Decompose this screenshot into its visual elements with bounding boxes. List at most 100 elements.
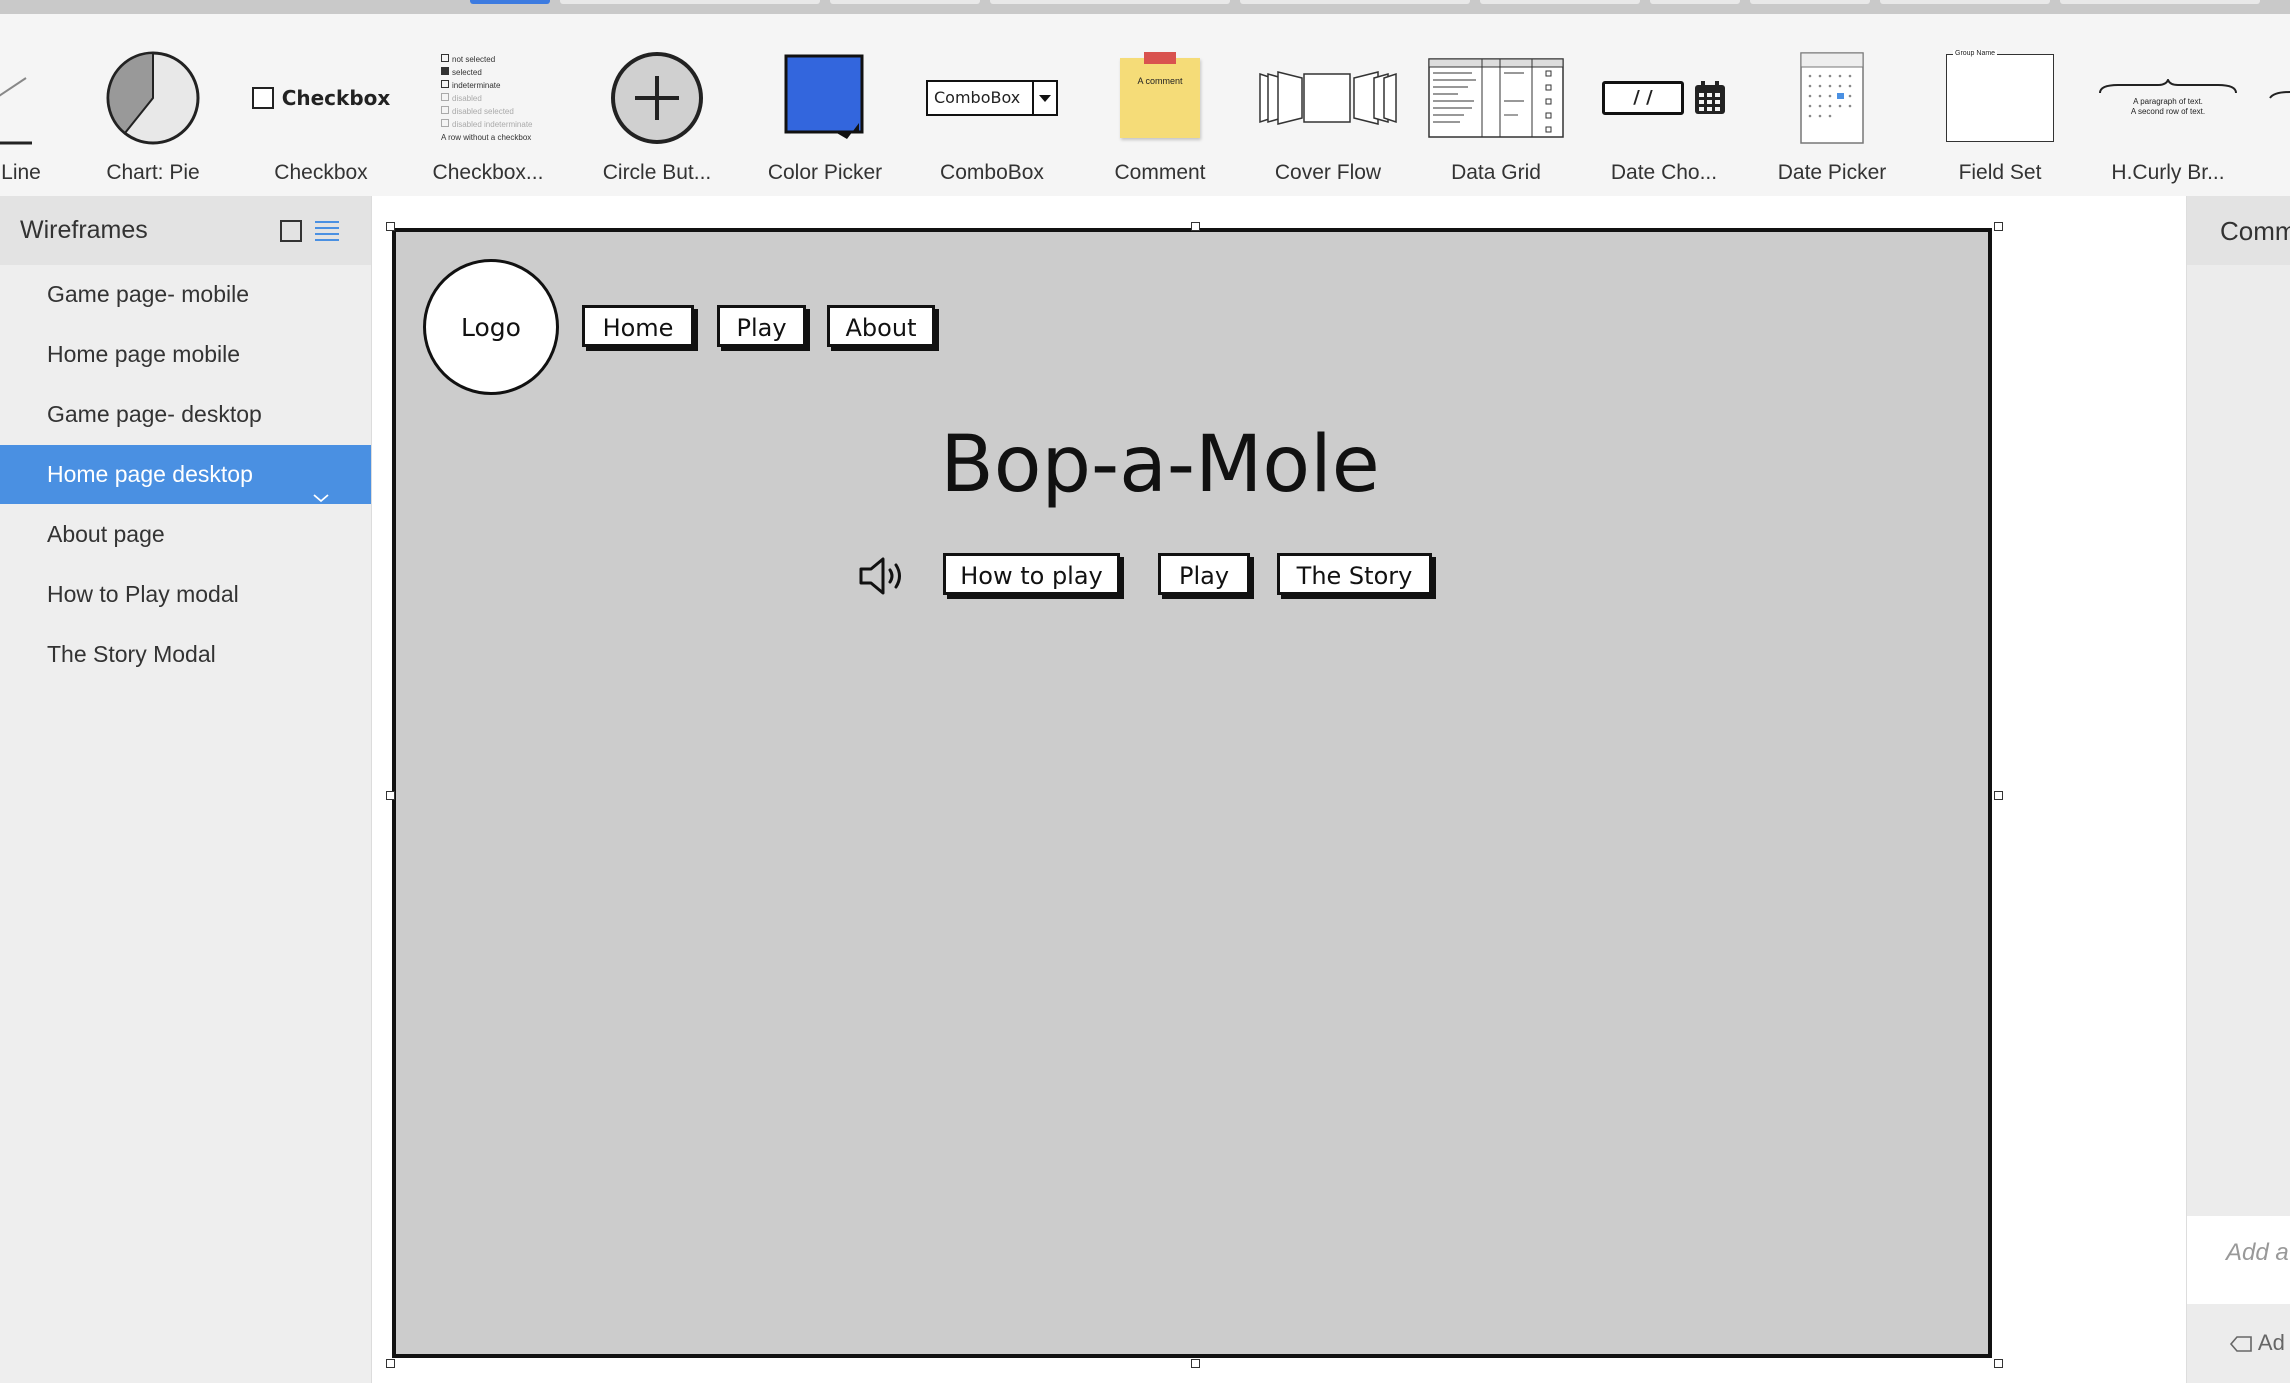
top-tab[interactable] bbox=[1240, 0, 1470, 4]
sidebar-item-label: The Story Modal bbox=[47, 641, 216, 667]
top-tab[interactable] bbox=[560, 0, 820, 4]
resize-handle[interactable] bbox=[386, 1359, 395, 1368]
date-chooser-icon: / / bbox=[1579, 48, 1749, 148]
field-set-legend: Group Name bbox=[1953, 50, 1998, 57]
top-tab[interactable] bbox=[2060, 0, 2260, 4]
sidebar-item-label: Game page- desktop bbox=[47, 401, 262, 427]
top-tab[interactable] bbox=[1750, 0, 1870, 4]
library-item-field-set[interactable]: Group Name Field Set bbox=[1915, 34, 2085, 194]
library-item-checkbox-group[interactable]: not selected selected indeterminate disa… bbox=[403, 34, 573, 194]
library-item-label: Date Cho... bbox=[1610, 161, 1718, 184]
date-chooser-field: / / bbox=[1602, 81, 1684, 115]
checkbox-group-line: disabled bbox=[452, 93, 482, 103]
top-tab-active[interactable] bbox=[470, 0, 550, 4]
checkbox-group-line: selected bbox=[452, 67, 482, 77]
add-comment-placeholder: Add a bbox=[2226, 1239, 2289, 1266]
resize-handle[interactable] bbox=[1994, 791, 2003, 800]
library-item-date-picker[interactable]: Date Picker bbox=[1747, 34, 1917, 194]
library-item-label: Circle But... bbox=[602, 161, 712, 184]
library-item-label: ComboBox bbox=[940, 161, 1044, 184]
wireframe-title: Bop-a-Mole bbox=[940, 420, 1380, 510]
comments-title: Comm bbox=[2220, 216, 2290, 246]
wireframe-the-story-button[interactable]: The Story bbox=[1277, 553, 1432, 595]
resize-handle[interactable] bbox=[1994, 1359, 2003, 1368]
checkbox-group-icon: not selected selected indeterminate disa… bbox=[403, 48, 573, 148]
wireframe-nav-play-button[interactable]: Play bbox=[717, 305, 806, 347]
color-picker-icon bbox=[740, 48, 910, 148]
curly-brace-icon: A paragraph of text. A second row of tex… bbox=[2083, 48, 2253, 148]
date-picker-icon bbox=[1747, 48, 1917, 148]
resize-handle[interactable] bbox=[386, 222, 395, 231]
combobox-icon: ComboBox bbox=[907, 48, 1077, 148]
top-tab[interactable] bbox=[1480, 0, 1640, 4]
sidebar-title: Wireframes bbox=[20, 216, 148, 244]
top-tab[interactable] bbox=[1650, 0, 1740, 4]
library-item-label: Date Picker bbox=[1777, 161, 1887, 184]
list-view-icon[interactable] bbox=[315, 220, 339, 247]
sidebar-item-about-page[interactable]: About page bbox=[0, 505, 371, 564]
sidebar-item-game-page-mobile[interactable]: Game page- mobile bbox=[0, 265, 371, 324]
library-item-label: Cover Flow bbox=[1274, 161, 1382, 184]
resize-handle[interactable] bbox=[1191, 222, 1200, 231]
top-tab[interactable] bbox=[830, 0, 980, 4]
sidebar-item-game-page-desktop[interactable]: Game page- desktop bbox=[0, 385, 371, 444]
resize-handle[interactable] bbox=[1191, 1359, 1200, 1368]
wireframe-logo[interactable]: Logo bbox=[423, 259, 559, 395]
pie-chart-icon bbox=[68, 48, 238, 148]
library-item-chart-pie[interactable]: Chart: Pie bbox=[68, 34, 238, 194]
checkbox-icon: Checkbox bbox=[236, 48, 406, 148]
tag-icon bbox=[2229, 1336, 2252, 1352]
sidebar-header: Wireframes bbox=[0, 196, 371, 265]
resize-handle[interactable] bbox=[386, 791, 395, 800]
add-tag-button[interactable]: Ad bbox=[2229, 1330, 2285, 1356]
component-library: Line Chart: Pie Checkbox Checkbox not se… bbox=[0, 14, 2290, 197]
library-item-date-chooser[interactable]: / / Date Cho... bbox=[1579, 34, 1749, 194]
library-item-cover-flow[interactable]: Cover Flow bbox=[1243, 34, 1413, 194]
library-item-combobox[interactable]: ComboBox ComboBox bbox=[907, 34, 1077, 194]
sidebar-item-how-to-play-modal[interactable]: How to Play modal bbox=[0, 565, 371, 624]
library-item-label: H.Curly Br... bbox=[2111, 161, 2225, 184]
wireframes-sidebar: Wireframes Game page- mobile Home page m… bbox=[0, 196, 372, 1383]
curly-brace-text: A second row of text. bbox=[2130, 107, 2206, 116]
circle-plus-icon bbox=[572, 48, 742, 148]
library-item-label: Color Picker bbox=[767, 161, 883, 184]
library-item-comment[interactable]: A comment Comment bbox=[1075, 34, 1245, 194]
data-grid-icon bbox=[1411, 48, 1581, 148]
sidebar-item-home-page-desktop[interactable]: Home page desktop bbox=[0, 445, 371, 504]
library-item-label: Data Grid bbox=[1451, 161, 1541, 184]
top-tab[interactable] bbox=[1880, 0, 2050, 4]
sidebar-item-label: Game page- mobile bbox=[47, 281, 249, 307]
checkbox-group-line: A row without a checkbox bbox=[441, 132, 532, 142]
sticky-note-text: A comment bbox=[1137, 76, 1183, 86]
library-item-label: Field Set bbox=[1958, 161, 2042, 184]
library-item-label: Comment bbox=[1114, 161, 1206, 184]
grid-view-icon[interactable] bbox=[280, 220, 302, 242]
library-item-curly-brace[interactable]: A paragraph of text. A second row of tex… bbox=[2083, 34, 2253, 194]
top-tab[interactable] bbox=[990, 0, 1230, 4]
sidebar-item-the-story-modal[interactable]: The Story Modal bbox=[0, 625, 371, 684]
library-item-circle-button[interactable]: Circle But... bbox=[572, 34, 742, 194]
top-tab-strip bbox=[0, 0, 2290, 14]
library-item-color-picker[interactable]: Color Picker bbox=[740, 34, 910, 194]
library-item-checkbox[interactable]: Checkbox Checkbox bbox=[236, 34, 406, 194]
sidebar-item-home-page-mobile[interactable]: Home page mobile bbox=[0, 325, 371, 384]
checkbox-group-line: not selected bbox=[452, 54, 496, 64]
calendar-icon bbox=[1695, 81, 1725, 114]
curly-brace-text: A paragraph of text. bbox=[2133, 97, 2203, 106]
wireframe-play-button[interactable]: Play bbox=[1158, 553, 1250, 595]
sidebar-item-label: About page bbox=[47, 521, 165, 547]
speaker-icon[interactable] bbox=[858, 555, 908, 602]
wireframe-nav-about-button[interactable]: About bbox=[827, 305, 935, 347]
library-item-data-grid[interactable]: Data Grid bbox=[1411, 34, 1581, 194]
wireframe-how-to-play-button[interactable]: How to play bbox=[943, 553, 1120, 595]
library-item-label: Checkbox bbox=[274, 161, 368, 184]
sidebar-item-label: How to Play modal bbox=[47, 581, 239, 607]
wireframe-artboard[interactable] bbox=[392, 228, 1992, 1358]
resize-handle[interactable] bbox=[1994, 222, 2003, 231]
cover-flow-icon bbox=[1243, 48, 1413, 148]
checkbox-group-line: indeterminate bbox=[452, 80, 501, 90]
library-item-partial[interactable] bbox=[2268, 84, 2290, 109]
library-item-label: Chart: Pie bbox=[106, 161, 200, 184]
sidebar-item-label: Home page desktop bbox=[47, 461, 253, 487]
wireframe-nav-home-button[interactable]: Home bbox=[582, 305, 694, 347]
